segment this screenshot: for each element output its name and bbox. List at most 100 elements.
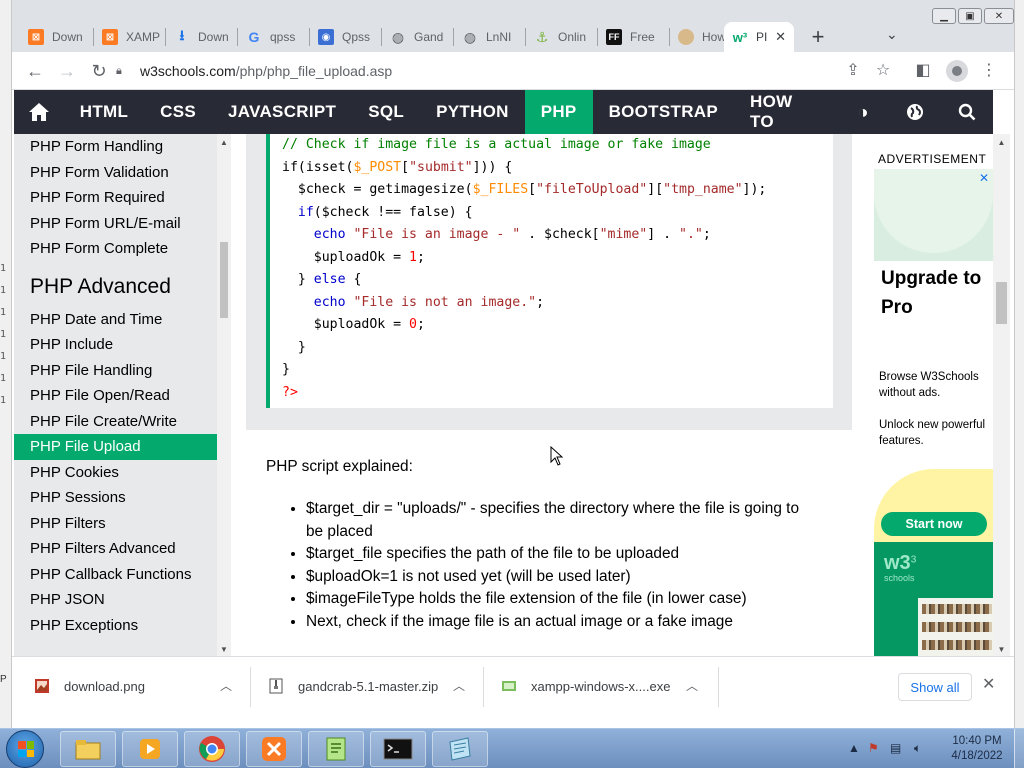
minimize-button[interactable]: ▁ [932,8,956,24]
tab-php-file-upload[interactable]: w³ PI ✕ [724,22,794,52]
url-text[interactable]: w3schools.com/php/php_file_upload.asp [140,63,392,79]
reload-icon[interactable]: ↻ [88,60,110,82]
show-desktop-button[interactable] [1014,729,1024,768]
sidebar-scroll-thumb[interactable] [220,242,228,318]
maximize-button[interactable]: ▣ [958,8,982,24]
tab-google-qpss[interactable]: Gqpss [238,22,308,52]
nav-bootstrap[interactable]: BOOTSTRAP [593,90,734,134]
share-icon[interactable]: ⇪ [842,60,864,80]
address-bar[interactable]: 🔒︎ w3schools.com/php/php_file_upload.asp [116,57,896,85]
bookshelf-image [918,598,993,656]
scroll-up-icon[interactable]: ▲ [217,138,231,147]
show-all-downloads-button[interactable]: Show all [898,673,972,701]
tab-downloads[interactable]: ⭳ Down [166,22,236,52]
sidebar-item-form-handling[interactable]: PHP Form Handling [14,134,217,160]
globe-icon[interactable] [889,90,941,134]
scroll-down-icon[interactable]: ▼ [993,645,1010,654]
taskbar-clock[interactable]: 10:40 PM 4/18/2022 [944,734,1010,764]
nav-how-to[interactable]: HOW TO [734,90,837,134]
profile-avatar[interactable] [946,60,968,82]
side-panel-icon[interactable]: ◧ [912,60,934,80]
xampp-icon: ⊠ [102,29,118,45]
windows-logo-icon [18,741,34,757]
sidebar-item-file-handling[interactable]: PHP File Handling [14,358,217,384]
tab-download-xampp[interactable]: ⊠ Down [20,22,92,52]
page-scroll-thumb[interactable] [996,282,1007,324]
chevron-up-icon[interactable]: ︿ [453,677,465,694]
close-download-bar-icon[interactable]: ✕ [982,674,995,694]
tab-free[interactable]: FF Free [598,22,668,52]
sidebar-item-form-complete[interactable]: PHP Form Complete [14,236,217,262]
close-tab-icon[interactable]: ✕ [775,29,786,45]
sidebar-item-cookies[interactable]: PHP Cookies [14,460,217,486]
globe-icon: ◍ [463,28,477,45]
ad-text-unlock: Unlock new powerful features. [879,419,986,447]
sidebar-item-date-time[interactable]: PHP Date and Time [14,307,217,333]
sidebar-item-sessions[interactable]: PHP Sessions [14,485,217,511]
taskbar-xampp[interactable] [246,731,302,767]
sidebar-item-file-open-read[interactable]: PHP File Open/Read [14,383,217,409]
sidebar-item-exceptions[interactable]: PHP Exceptions [14,613,217,639]
advertisement-banner[interactable]: ✕ Upgrade to Pro Browse W3Schools withou… [874,169,993,656]
code-example-box: // Check if image file is a actual image… [246,134,852,430]
download-item-zip[interactable]: gandcrab-5.1-master.zip [268,657,438,715]
network-icon[interactable]: ▤ [890,741,901,755]
sidebar-item-form-validation[interactable]: PHP Form Validation [14,160,217,186]
forward-icon[interactable]: → [56,60,78,82]
download-item-png[interactable]: download.png [34,657,145,715]
scroll-down-icon[interactable]: ▼ [217,645,231,654]
sidebar-item-file-upload[interactable]: PHP File Upload [14,434,217,460]
chevron-up-icon[interactable]: ︿ [220,677,232,694]
tab-lnni[interactable]: ◍ LnNI [454,22,524,52]
back-icon[interactable]: ← [24,60,46,82]
tab-how[interactable]: How [670,22,732,52]
tab-qpss[interactable]: ◉ Qpss [310,22,380,52]
tab-online[interactable]: ⚓ Onlin [526,22,596,52]
sidebar-item-json[interactable]: PHP JSON [14,587,217,613]
ad-close-icon[interactable]: ✕ [979,171,989,185]
sidebar-scrollbar[interactable]: ▲ ▼ [217,134,231,656]
bookmark-star-icon[interactable]: ☆ [872,60,894,80]
xampp-icon [262,737,286,761]
tab-strip: ⊠ Down ⊠ XAMP ⭳ Down Gqpss ◉ Qpss ◍ Gand ◍ LnN… [12,0,1014,52]
tab-xampp[interactable]: ⊠ XAMP [94,22,164,52]
dark-mode-icon[interactable]: ◑ [837,90,889,134]
taskbar-media-player[interactable] [122,731,178,767]
action-center-icon[interactable]: ⚑ [868,741,879,755]
face-icon [678,29,694,45]
chevron-up-icon[interactable]: ︿ [686,677,698,694]
volume-icon[interactable]: 🔈︎ [914,741,921,756]
show-hidden-icons-icon[interactable]: ▲ [848,741,860,755]
search-icon[interactable] [941,90,993,134]
scroll-up-icon[interactable]: ▲ [993,138,1010,147]
sidebar-item-filters[interactable]: PHP Filters [14,511,217,537]
sidebar-item-filters-advanced[interactable]: PHP Filters Advanced [14,536,217,562]
page-scrollbar[interactable]: ▲ ▼ [993,134,1010,656]
new-tab-button[interactable]: + [806,24,830,50]
menu-kebab-icon[interactable]: ⋮ [978,60,1000,80]
nav-python[interactable]: PYTHON [420,90,525,134]
nav-javascript[interactable]: JAVASCRIPT [212,90,352,134]
nav-sql[interactable]: SQL [352,90,420,134]
tab-search-chevron-icon[interactable]: ⌄ [886,26,898,43]
taskbar-notepad-plus-plus[interactable] [308,731,364,767]
home-icon[interactable] [14,90,64,134]
start-button[interactable] [6,730,44,768]
taskbar-notepad[interactable] [432,731,488,767]
tab-gand[interactable]: ◍ Gand [382,22,452,52]
download-item-exe[interactable]: xampp-windows-x....exe [501,657,670,715]
chrome-icon [199,736,225,762]
ad-start-now-button[interactable]: Start now [881,512,987,536]
sidebar-item-callback-functions[interactable]: PHP Callback Functions [14,562,217,588]
nav-html[interactable]: HTML [64,90,144,134]
nav-css[interactable]: CSS [144,90,212,134]
close-window-button[interactable]: ✕ [984,8,1014,24]
sidebar-item-form-url-email[interactable]: PHP Form URL/E-mail [14,211,217,237]
nav-php[interactable]: PHP [524,90,593,134]
sidebar-item-file-create-write[interactable]: PHP File Create/Write [14,409,217,435]
taskbar-command-prompt[interactable] [370,731,426,767]
sidebar-item-include[interactable]: PHP Include [14,332,217,358]
taskbar-file-explorer[interactable] [60,731,116,767]
taskbar-chrome[interactable] [184,731,240,767]
sidebar-item-form-required[interactable]: PHP Form Required [14,185,217,211]
